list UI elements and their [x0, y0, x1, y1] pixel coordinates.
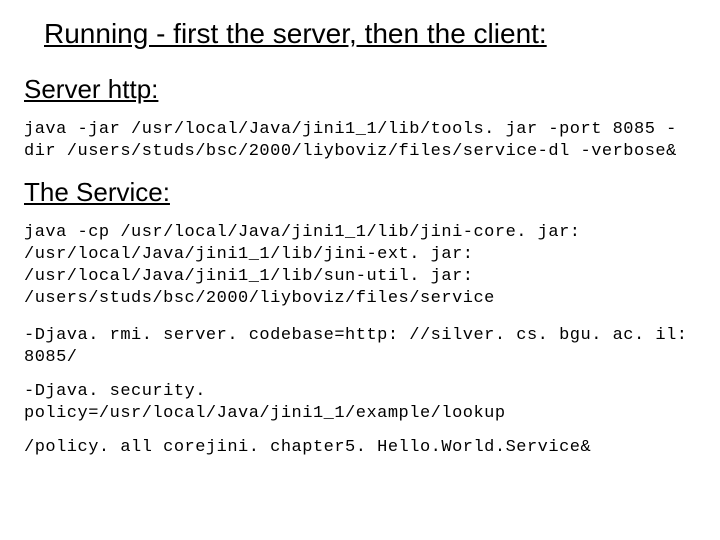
server-command: java -jar /usr/local/Java/jini1_1/lib/to… — [24, 119, 696, 163]
service-option-codebase: -Djava. rmi. server. codebase=http: //si… — [24, 325, 696, 369]
service-option-class: /policy. all corejini. chapter5. Hello.W… — [24, 437, 696, 459]
page-title: Running - first the server, then the cli… — [44, 18, 696, 50]
service-option-policy: -Djava. security. policy=/usr/local/Java… — [24, 381, 696, 425]
service-heading: The Service: — [24, 177, 696, 208]
server-heading: Server http: — [24, 74, 696, 105]
service-command: java -cp /usr/local/Java/jini1_1/lib/jin… — [24, 222, 696, 310]
